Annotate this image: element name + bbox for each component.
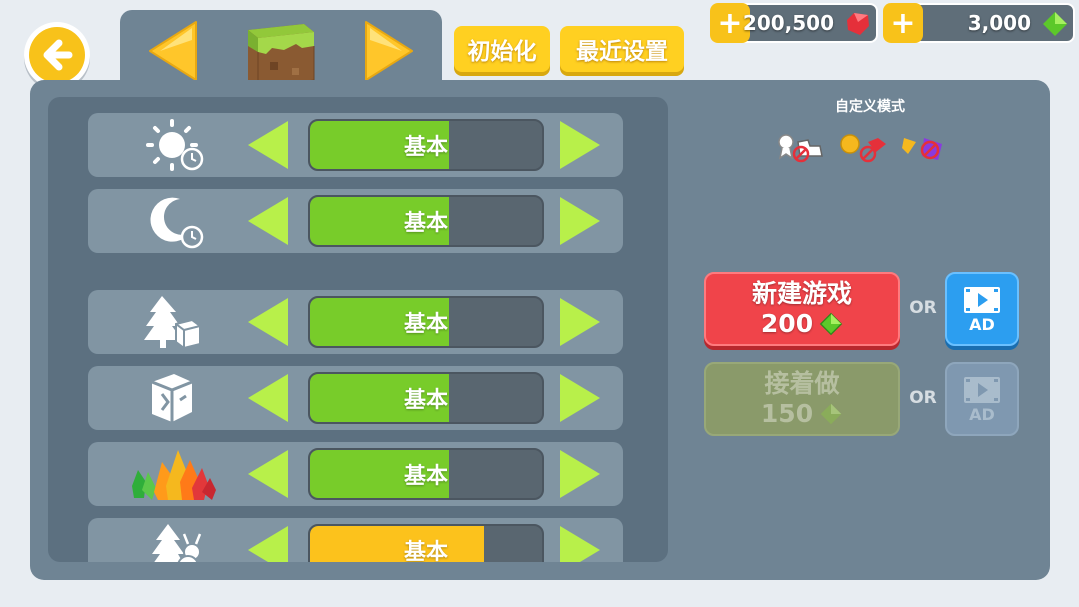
next-world-button[interactable]	[364, 20, 414, 86]
increase-day-length-button[interactable]	[560, 121, 600, 169]
new-game-cost: 200	[760, 309, 814, 338]
day-length-bar: 基本	[308, 119, 544, 171]
plus-icon: +	[890, 5, 916, 41]
new-game-label: 新建游戏	[751, 279, 852, 308]
no-items-icon	[902, 138, 942, 160]
prev-world-button[interactable]	[148, 20, 198, 86]
bar-label: 基本	[403, 312, 448, 337]
increase-night-length-button[interactable]	[560, 197, 600, 245]
continue-cost-row: 150	[761, 399, 843, 429]
increase-resources-button[interactable]	[560, 450, 600, 498]
watch-ad-continue-button[interactable]: AD	[945, 362, 1019, 436]
continue-label: 接着做	[764, 369, 840, 398]
setting-row-creatures: 基本	[88, 518, 623, 562]
red-gem-icon	[847, 13, 869, 35]
decrease-creatures-button[interactable]	[248, 526, 288, 562]
green-gem-icon	[819, 312, 843, 336]
bar-label: 基本	[403, 540, 448, 562]
ad-label: AD	[969, 314, 995, 334]
bar-label: 基本	[403, 211, 448, 236]
world-settings-list[interactable]: 基本 基本 基本 基本 基本 基本	[48, 97, 668, 562]
new-game-cost-row: 200	[761, 309, 843, 339]
bar-label: 基本	[403, 135, 448, 160]
moon-clock-icon	[128, 193, 228, 249]
no-coins-icon	[840, 134, 886, 163]
reset-button[interactable]: 初始化	[454, 26, 550, 72]
green-gem-icon	[1043, 12, 1067, 36]
setting-row-terrain: 基本	[88, 290, 623, 354]
or-label: OR	[909, 298, 937, 318]
setting-row-caves: 基本	[88, 366, 623, 430]
increase-terrain-button[interactable]	[560, 298, 600, 346]
decrease-terrain-button[interactable]	[248, 298, 288, 346]
green-gem-icon	[820, 403, 842, 425]
night-length-bar: 基本	[308, 195, 544, 247]
ad-label: AD	[969, 404, 995, 424]
tree-block-icon	[128, 294, 228, 350]
mode-restrictions-icons	[774, 130, 964, 168]
back-arrow-icon	[29, 27, 85, 83]
mode-title: 自定义模式	[835, 99, 905, 115]
plus-icon: +	[717, 5, 743, 41]
resources-bar: 基本	[308, 448, 544, 500]
decrease-caves-button[interactable]	[248, 374, 288, 422]
video-play-icon	[964, 376, 1000, 403]
bar-label: 基本	[403, 388, 448, 413]
continue-cost: 150	[760, 399, 814, 428]
increase-creatures-button[interactable]	[560, 526, 600, 562]
setting-row-night-length: 基本	[88, 189, 623, 253]
no-achievements-icon	[778, 134, 823, 163]
watch-ad-new-game-button[interactable]: AD	[945, 272, 1019, 346]
green-gem-counter: + 3,000	[883, 3, 1075, 43]
new-game-button[interactable]: 新建游戏 200	[704, 272, 900, 346]
video-play-icon	[964, 286, 1000, 313]
or-label: OR	[909, 388, 937, 408]
increase-caves-button[interactable]	[560, 374, 600, 422]
bar-label: 基本	[403, 464, 448, 489]
green-gem-amount: 3,000	[967, 11, 1031, 35]
caves-bar: 基本	[308, 372, 544, 424]
tree-ant-icon	[128, 522, 228, 562]
crystals-icon	[128, 446, 228, 502]
decrease-night-length-button[interactable]	[248, 197, 288, 245]
red-gem-counter: + 200,500	[710, 3, 878, 43]
terrain-bar: 基本	[308, 296, 544, 348]
setting-row-resources: 基本	[88, 442, 623, 506]
add-green-gems-button[interactable]: +	[883, 3, 923, 43]
decrease-resources-button[interactable]	[248, 450, 288, 498]
broken-block-icon	[128, 370, 228, 426]
recent-settings-button[interactable]: 最近设置	[560, 26, 684, 72]
back-button[interactable]	[24, 22, 90, 88]
decrease-day-length-button[interactable]	[248, 121, 288, 169]
continue-button[interactable]: 接着做 150	[704, 362, 900, 436]
creatures-bar: 基本	[308, 524, 544, 562]
setting-row-day-length: 基本	[88, 113, 623, 177]
sun-clock-icon	[128, 117, 228, 173]
red-gem-amount: 200,500	[742, 11, 834, 35]
